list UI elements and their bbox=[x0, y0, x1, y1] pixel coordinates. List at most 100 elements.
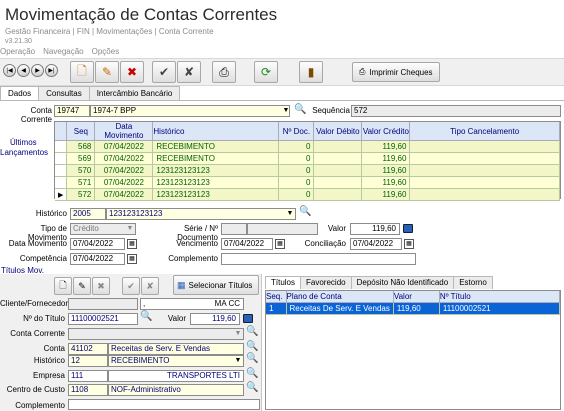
num-titulo-field[interactable]: 11100002521 bbox=[68, 313, 138, 325]
tab-deposito[interactable]: Depósito Não Identificado bbox=[350, 276, 455, 289]
numero-documento-field[interactable] bbox=[247, 223, 318, 235]
col-num-titulo[interactable]: Nº Título bbox=[439, 291, 561, 303]
tab-titulos[interactable]: Títulos bbox=[265, 276, 302, 289]
cell-data: 07/04/2022 bbox=[94, 188, 154, 201]
titulo-edit-button[interactable]: ✎ bbox=[73, 277, 91, 295]
centro-custo-code[interactable]: 1108 bbox=[68, 384, 108, 396]
tab-consultas[interactable]: Consultas bbox=[38, 86, 90, 100]
lancamentos-label: Lançamentos bbox=[0, 148, 49, 157]
tab-favorecido[interactable]: Favorecido bbox=[300, 276, 352, 289]
table-row-selected[interactable]: 1 Receitas De Serv. E Vendas 119,60 1110… bbox=[266, 302, 561, 315]
calendar-icon[interactable]: ▦ bbox=[404, 239, 414, 249]
chevron-down-icon[interactable]: ▼ bbox=[285, 209, 295, 219]
titulo-historico-select[interactable]: RECEBIMENTO bbox=[108, 355, 244, 367]
search-icon[interactable]: 🔍 bbox=[246, 368, 258, 379]
col-num-doc[interactable]: Nº Doc. bbox=[278, 122, 315, 141]
col-plano-conta[interactable]: Plano de Conta bbox=[286, 291, 394, 303]
col-historico[interactable]: Histórico bbox=[152, 122, 280, 141]
col-seq[interactable]: Seq. bbox=[266, 291, 287, 303]
titulo-conta-code[interactable]: 41102 bbox=[68, 343, 108, 355]
search-icon[interactable]: 🔍 bbox=[299, 206, 311, 217]
titulo-new-button[interactable]: 🗋 bbox=[54, 277, 72, 295]
titulo-delete-button[interactable]: ✖ bbox=[92, 277, 110, 295]
chevron-down-icon[interactable]: ▼ bbox=[233, 356, 243, 366]
tab-estorno[interactable]: Estorno bbox=[453, 276, 493, 289]
cancel-button[interactable]: ✘ bbox=[177, 61, 201, 83]
delete-record-button[interactable]: ✖ bbox=[120, 61, 144, 83]
next-record-button[interactable]: ▶ bbox=[31, 64, 44, 77]
new-record-button[interactable]: 🗋 bbox=[70, 61, 94, 83]
calendar-icon[interactable]: ▦ bbox=[127, 254, 137, 264]
calendar-icon[interactable]: ▦ bbox=[275, 239, 285, 249]
titulos-grid[interactable]: Seq. Plano de Conta Valor Nº Título 1 Re… bbox=[265, 290, 561, 410]
table-row[interactable]: 571 07/04/2022 123123123123 0 119,60 bbox=[55, 176, 560, 189]
cliente-name-field[interactable]: , MA CC bbox=[140, 298, 244, 310]
last-record-button[interactable]: ▶| bbox=[45, 64, 58, 77]
tab-intercambio[interactable]: Intercâmbio Bancário bbox=[88, 86, 181, 100]
titulo-complemento-field[interactable] bbox=[68, 399, 260, 410]
col-valor-credito[interactable]: Valor Crédito bbox=[361, 122, 411, 141]
historico-select[interactable]: 123123123123 bbox=[106, 208, 296, 220]
ultimos-grid[interactable]: Seq Data Movimento Histórico Nº Doc. Val… bbox=[54, 121, 561, 201]
menu-opcoes[interactable]: Opções bbox=[92, 47, 120, 56]
titulo-cancel-button[interactable]: ✘ bbox=[141, 277, 159, 295]
cliente-code-field[interactable] bbox=[68, 298, 138, 310]
selecionar-titulos-button[interactable]: ▦ Selecionar Títulos bbox=[173, 275, 259, 295]
exit-button[interactable]: ▮ bbox=[299, 61, 323, 83]
chevron-down-icon[interactable]: ▼ bbox=[280, 106, 290, 116]
competencia-field[interactable]: 07/04/2022 bbox=[70, 253, 125, 265]
menu-operacao[interactable]: Operação bbox=[0, 47, 35, 56]
titulo-conta-name[interactable]: Receitas de Serv. E Vendas bbox=[108, 343, 244, 355]
edit-record-button[interactable]: ✎ bbox=[95, 61, 119, 83]
col-valor-debito[interactable]: Valor Débito bbox=[313, 122, 363, 141]
titulo-historico-code[interactable]: 12 bbox=[68, 355, 108, 367]
serie-field[interactable] bbox=[221, 223, 247, 235]
col-data-movimento[interactable]: Data Movimento bbox=[94, 122, 154, 141]
titulo-empresa-name[interactable]: TRANSPORTES LTI bbox=[108, 370, 244, 382]
historico-code-field[interactable]: 2005 bbox=[70, 208, 106, 220]
prev-record-button[interactable]: ◀ bbox=[17, 64, 30, 77]
search-icon[interactable]: 🔍 bbox=[294, 104, 306, 115]
conta-code-field[interactable]: 19747 bbox=[54, 105, 90, 117]
table-row[interactable]: 570 07/04/2022 123123123123 0 119,60 bbox=[55, 164, 560, 177]
tab-dados[interactable]: Dados bbox=[0, 86, 40, 101]
col-valor[interactable]: Valor bbox=[393, 291, 440, 303]
data-movimento-field[interactable]: 07/04/2022 bbox=[70, 238, 125, 250]
valor-field[interactable]: 119,60 bbox=[350, 223, 400, 235]
calculator-icon[interactable] bbox=[403, 224, 413, 233]
search-icon[interactable]: 🔍 bbox=[246, 353, 258, 364]
titulo-conta-corrente-select[interactable] bbox=[68, 328, 244, 340]
col-seq[interactable]: Seq bbox=[66, 122, 96, 141]
complemento-field[interactable] bbox=[221, 253, 416, 265]
titulo-confirm-button[interactable]: ✔ bbox=[122, 277, 140, 295]
titulo-valor-field[interactable]: 119,60 bbox=[190, 313, 240, 325]
first-record-button[interactable]: |◀ bbox=[3, 64, 16, 77]
new-document-icon: 🗋 bbox=[59, 280, 67, 290]
search-icon[interactable]: 🔍 bbox=[246, 326, 258, 337]
print-button[interactable]: ⎙ bbox=[212, 61, 236, 83]
search-icon[interactable]: 🔍 bbox=[140, 311, 152, 322]
conciliacao-field[interactable]: 07/04/2022 bbox=[350, 238, 402, 250]
selecionar-titulos-label: Selecionar Títulos bbox=[188, 280, 253, 290]
search-icon[interactable]: 🔍 bbox=[246, 382, 258, 393]
menu-navegacao[interactable]: Navegação bbox=[43, 47, 83, 56]
cell-plano: Receitas De Serv. E Vendas bbox=[286, 302, 394, 315]
table-row[interactable]: 569 07/04/2022 RECEBIMENTO 0 119,60 bbox=[55, 152, 560, 165]
chevron-down-icon[interactable]: ▼ bbox=[125, 224, 135, 234]
refresh-button[interactable]: ⟳ bbox=[254, 61, 278, 83]
print-checks-button[interactable]: ⎙ Imprimir Cheques bbox=[352, 62, 440, 82]
table-row-selected[interactable]: ▶ 572 07/04/2022 123123123123 0 119,60 bbox=[55, 188, 560, 201]
cell-tipo bbox=[409, 188, 560, 201]
centro-custo-name[interactable]: NOF-Administrativo bbox=[108, 384, 244, 396]
conta-name-select[interactable]: 1974-7 BPP bbox=[90, 105, 290, 117]
chevron-down-icon[interactable]: ▼ bbox=[233, 329, 243, 339]
vencimento-field[interactable]: 07/04/2022 bbox=[221, 238, 273, 250]
cell-seq: 568 bbox=[66, 140, 96, 153]
calculator-icon[interactable] bbox=[243, 314, 253, 323]
calendar-icon[interactable]: ▦ bbox=[127, 239, 137, 249]
titulo-empresa-code[interactable]: 111 bbox=[68, 370, 108, 382]
col-tipo-cancelamento[interactable]: Tipo Cancelamento bbox=[409, 122, 560, 141]
table-row[interactable]: 568 07/04/2022 RECEBIMENTO 0 119,60 bbox=[55, 140, 560, 153]
search-icon[interactable]: 🔍 bbox=[246, 341, 258, 352]
confirm-button[interactable]: ✔ bbox=[152, 61, 176, 83]
